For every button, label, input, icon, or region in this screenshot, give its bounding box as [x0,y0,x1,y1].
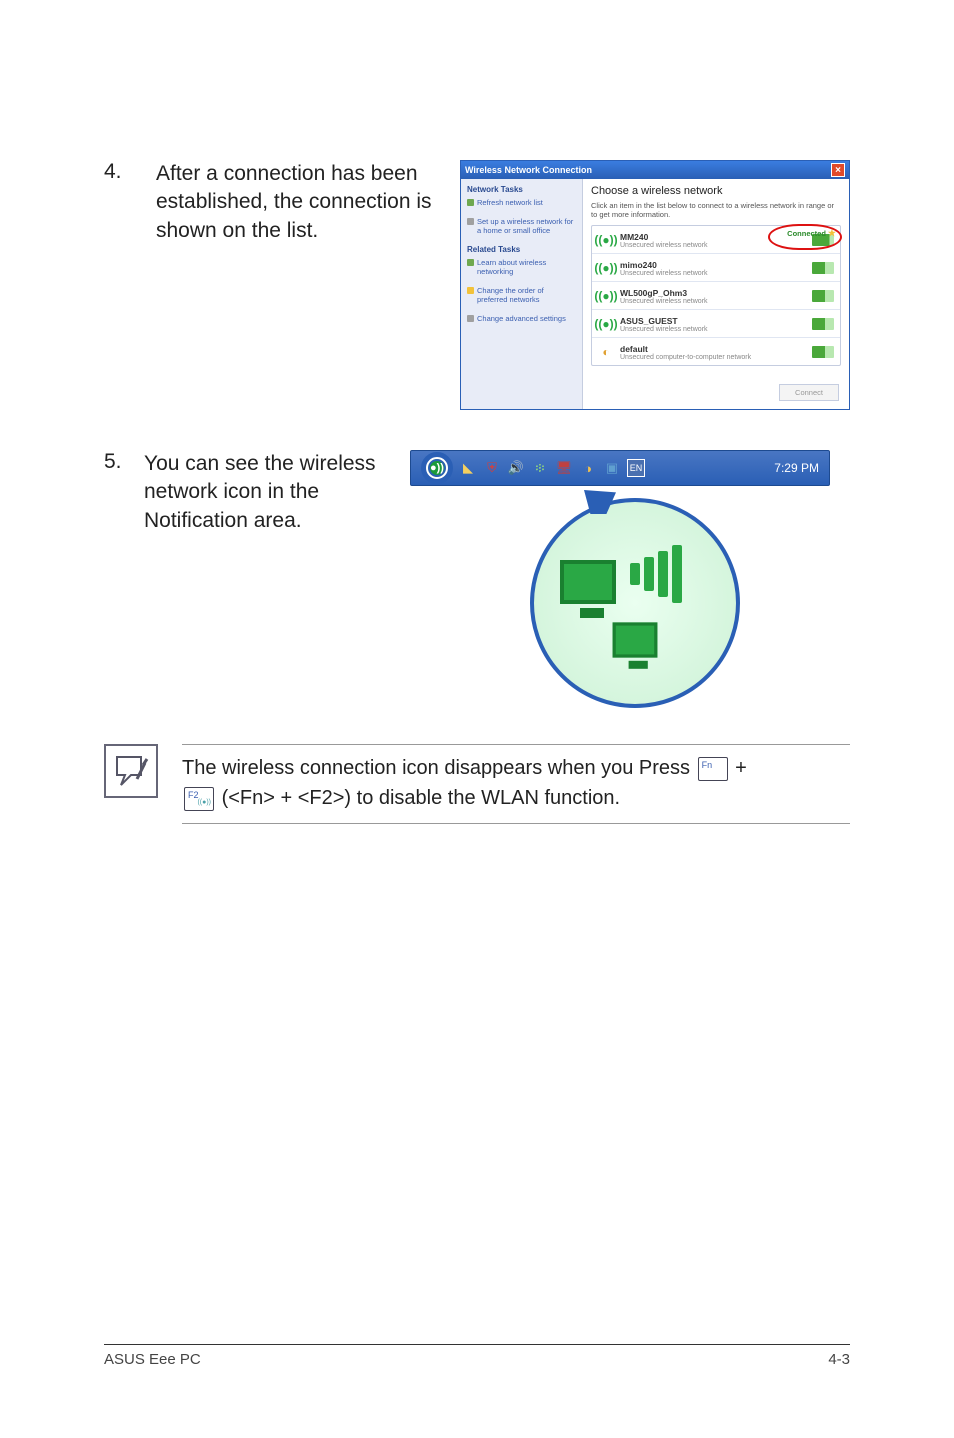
note-icon [104,744,158,798]
change-order-link[interactable]: Change the order of preferred networks [477,286,576,304]
close-icon[interactable]: × [831,163,845,177]
signal-bars-icon [812,290,834,302]
wifi-antenna-icon: ((●)) [598,285,614,307]
wifi-tray-highlight: ●)) [421,452,453,484]
choose-network-heading: Choose a wireless network [591,185,841,197]
network-security: Unsecured wireless network [620,270,806,277]
network-security: Unsecured wireless network [620,298,806,305]
refresh-network-list-link[interactable]: Refresh network list [477,198,576,207]
network-name: ASUS_GUEST [620,316,806,326]
fn-key-icon: Fn [698,757,728,781]
network-name: WL500gP_Ohm3 [620,288,806,298]
window-sidebar: Network Tasks Refresh network list Set u… [461,179,583,409]
wifi-tray-icon[interactable]: ●)) [426,457,448,479]
step5-text: You can see the wireless network icon in… [144,450,394,535]
signal-bars-icon [812,318,834,330]
network-name: default [620,344,806,354]
step4-number: 4. [104,160,128,184]
plus-text: + [735,757,747,779]
network-name: mimo240 [620,260,806,270]
note-line2: (<Fn> + <F2>) to disable the WLAN functi… [222,787,621,809]
adhoc-network-icon: ◐ [598,341,614,363]
network-security: Unsecured wireless network [620,242,806,249]
tray-shield-icon[interactable]: ⛨ [483,459,501,477]
setup-wireless-network-link[interactable]: Set up a wireless network for a home or … [477,217,576,235]
f2-key-icon: F2((●)) [184,787,214,811]
wifi-antenna-icon: ((●)) [598,257,614,279]
network-item[interactable]: ((●)) ASUS_GUEST Unsecured wireless netw… [592,310,840,338]
connect-button[interactable]: Connect [779,384,839,401]
wifi-antenna-icon: ((●)) [598,313,614,335]
network-item[interactable]: ◐ default Unsecured computer-to-computer… [592,338,840,365]
wireless-network-connection-window: Wireless Network Connection × Network Ta… [460,160,850,410]
notification-area-taskbar: ●)) ◣ ⛨ 🔊 ፨ 🖥 ◑ ▣ EN 7:29 PM [410,450,830,486]
note-line1a: The wireless connection icon disappears … [182,757,696,779]
step4-text: After a connection has been established,… [156,160,432,245]
network-security: Unsecured wireless network [620,326,806,333]
network-item[interactable]: ((●)) WL500gP_Ohm3 Unsecured wireless ne… [592,282,840,310]
choose-network-hint: Click an item in the list below to conne… [591,201,841,219]
network-item[interactable]: ((●)) MM240 Unsecured wireless network C… [592,226,840,254]
note-text: The wireless connection icon disappears … [182,744,850,824]
step5-number: 5. [104,450,128,474]
wifi-antenna-icon: ((●)) [598,229,614,251]
tray-lang-icon[interactable]: EN [627,459,645,477]
zoom-callout [530,498,740,708]
change-advanced-link[interactable]: Change advanced settings [477,314,576,323]
tray-icon[interactable]: ◑ [579,459,597,477]
tray-volume-icon[interactable]: 🔊 [507,459,525,477]
monitor-pixel-icon [560,560,616,604]
signal-bars-icon [812,262,834,274]
network-list: ((●)) MM240 Unsecured wireless network C… [591,225,841,366]
monitor-pixel-icon [613,622,658,657]
learn-wireless-link[interactable]: Learn about wireless networking [477,258,576,276]
network-tasks-heading: Network Tasks [467,185,576,194]
tray-clock[interactable]: 7:29 PM [774,461,819,475]
network-security: Unsecured computer-to-computer network [620,354,806,361]
footer-product: ASUS Eee PC [104,1351,201,1368]
tray-icon[interactable]: ◣ [459,459,477,477]
signal-bars-icon [812,346,834,358]
related-tasks-heading: Related Tasks [467,245,576,254]
window-title: Wireless Network Connection [465,165,592,175]
footer-page-number: 4-3 [828,1351,850,1368]
network-item[interactable]: ((●)) mimo240 Unsecured wireless network [592,254,840,282]
tray-network-icon[interactable]: 🖥 [555,459,573,477]
tray-icon[interactable]: ፨ [531,459,549,477]
network-name: MM240 [620,232,806,242]
wifi-waves-pixel-icon [630,544,710,604]
tray-icon[interactable]: ▣ [603,459,621,477]
connected-badge: Connected [787,228,836,239]
